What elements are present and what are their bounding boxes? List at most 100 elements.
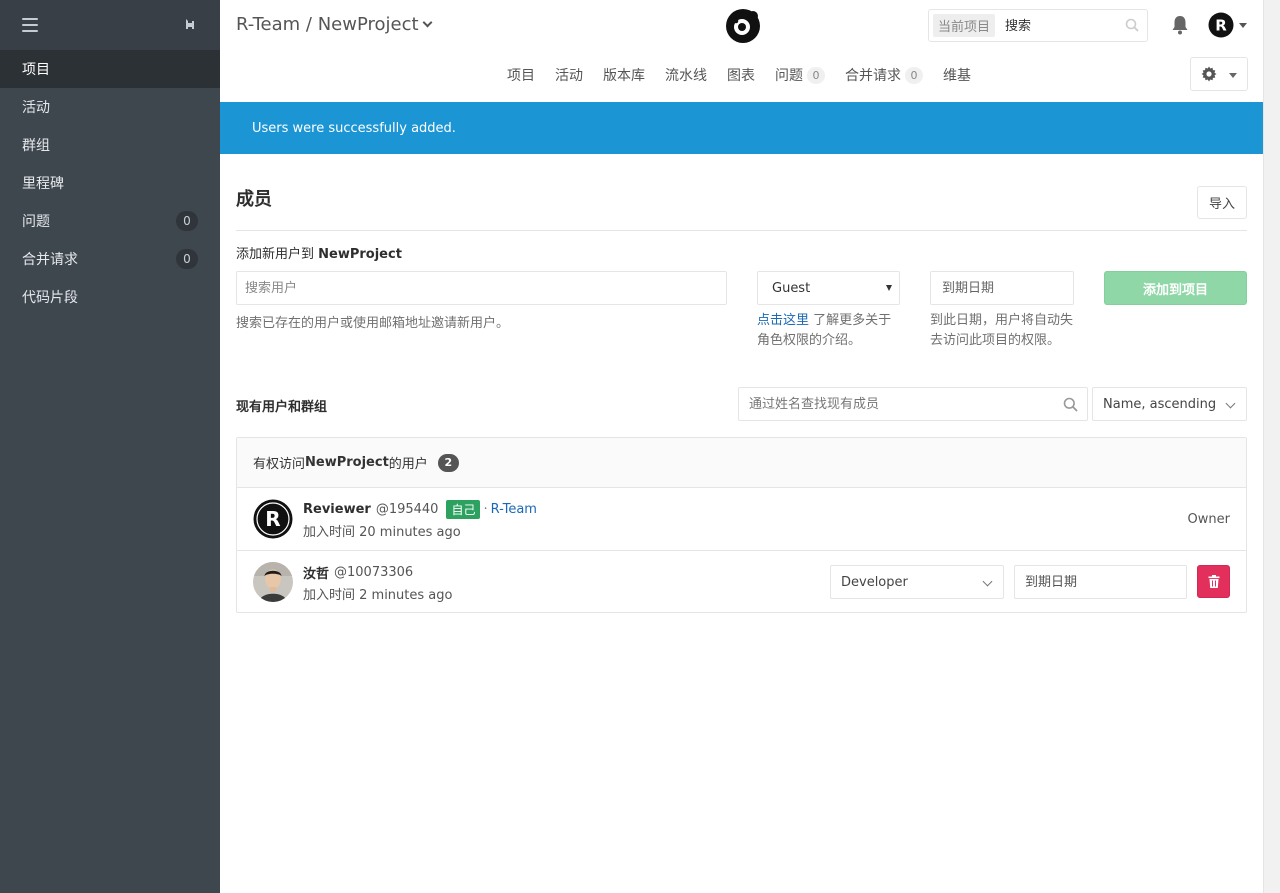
scrollbar[interactable] <box>1263 0 1280 893</box>
tab-label: 问题 <box>775 68 803 84</box>
add-members-label: 添加新用户到 NewProject <box>236 243 402 262</box>
add-to-project-button[interactable]: 添加到项目 <box>1104 271 1247 305</box>
sidebar-item-merge-requests[interactable]: 合并请求 0 <box>0 240 220 278</box>
gear-icon <box>1201 66 1217 82</box>
sidebar-nav: 项目 活动 群组 里程碑 问题 0 合并请求 0 代码片段 <box>0 50 220 316</box>
role-help-link[interactable]: 点击这里 <box>757 313 809 328</box>
tab-activity[interactable]: 活动 <box>555 65 583 85</box>
tab-label: 版本库 <box>603 68 645 84</box>
member-role: Owner <box>1187 512 1230 527</box>
member-row: 汝哲 @10073306 加入时间 2 minutes ago Develope… <box>237 551 1246 612</box>
sidebar-item-label: 代码片段 <box>22 290 78 306</box>
chevron-down-icon <box>1225 398 1236 409</box>
hamburger-menu-icon[interactable] <box>22 18 38 32</box>
member-row: R Reviewer @195440 自己 · R-Team 加入时间 20 m… <box>237 488 1246 551</box>
issues-tab-count: 0 <box>807 66 825 84</box>
member-name-line: Reviewer @195440 自己 · R-Team <box>303 500 537 519</box>
member-joined: 加入时间 20 minutes ago <box>303 525 461 540</box>
avatar-letter: R <box>265 507 280 531</box>
members-header-prefix: 有权访问 <box>253 457 306 472</box>
flash-text: Users were successfully added. <box>252 120 456 136</box>
chevron-down-icon <box>982 576 993 587</box>
tab-graphs[interactable]: 图表 <box>727 65 755 85</box>
sidebar-item-label: 问题 <box>22 214 50 230</box>
pin-icon[interactable] <box>178 15 196 35</box>
issues-count-badge: 0 <box>176 211 198 231</box>
sidebar-header <box>0 0 220 50</box>
main-content: R-Team / NewProject 当前项目 R 项目 活动 版本库 流水线… <box>220 0 1263 893</box>
member-username: @10073306 <box>334 565 414 580</box>
caret-down-icon <box>886 285 892 291</box>
import-button[interactable]: 导入 <box>1197 186 1247 219</box>
members-count-badge: 2 <box>437 453 459 472</box>
role-select-value: Guest <box>772 280 811 296</box>
sidebar-item-label: 里程碑 <box>22 176 64 192</box>
members-header-project: NewProject <box>305 455 389 470</box>
sidebar-item-label: 合并请求 <box>22 252 78 268</box>
member-filter-input[interactable] <box>738 387 1088 421</box>
sidebar-item-snippets[interactable]: 代码片段 <box>0 278 220 316</box>
breadcrumb[interactable]: R-Team / NewProject <box>236 14 433 35</box>
member-joined: 加入时间 2 minutes ago <box>303 588 453 603</box>
app-logo-icon[interactable] <box>725 8 761 44</box>
tab-project[interactable]: 项目 <box>507 65 535 85</box>
tab-issues[interactable]: 问题 0 <box>775 65 825 85</box>
flash-notice: Users were successfully added. <box>220 102 1263 154</box>
caret-down-icon[interactable] <box>1239 23 1247 28</box>
user-search-help: 搜索已存在的用户或使用邮箱地址邀请新用户。 <box>236 316 510 331</box>
role-select[interactable]: Guest <box>757 271 900 305</box>
members-panel: 有权访问 NewProject 的用户 2 R Reviewer @195440… <box>236 437 1247 613</box>
merge-requests-count-badge: 0 <box>176 249 198 269</box>
sidebar-item-groups[interactable]: 群组 <box>0 126 220 164</box>
avatar-letter: R <box>1215 17 1227 35</box>
tab-label: 图表 <box>727 68 755 84</box>
tab-merge-requests[interactable]: 合并请求 0 <box>845 65 923 85</box>
sidebar-item-issues[interactable]: 问题 0 <box>0 202 220 240</box>
sort-select[interactable]: Name, ascending <box>1092 387 1247 421</box>
breadcrumb-text: R-Team / NewProject <box>236 14 419 35</box>
search-input[interactable] <box>1005 15 1120 37</box>
sidebar-item-milestones[interactable]: 里程碑 <box>0 164 220 202</box>
tab-pipelines[interactable]: 流水线 <box>665 65 707 85</box>
search-icon <box>1125 18 1139 32</box>
tab-wiki[interactable]: 维基 <box>943 65 971 85</box>
divider <box>236 230 1247 231</box>
bell-icon[interactable] <box>1171 15 1189 35</box>
settings-dropdown-button[interactable] <box>1190 57 1248 91</box>
add-label-prefix: 添加新用户到 <box>236 247 319 262</box>
user-search-input[interactable] <box>236 271 727 305</box>
remove-member-button[interactable] <box>1197 565 1230 598</box>
avatar[interactable] <box>253 562 293 602</box>
expiry-help: 到此日期，用户将自动失去访问此项目的权限。 <box>930 313 1074 348</box>
sidebar-item-activity[interactable]: 活动 <box>0 88 220 126</box>
member-name[interactable]: 汝哲 <box>303 563 329 582</box>
trash-icon <box>1208 575 1220 588</box>
search-scope-label[interactable]: 当前项目 <box>933 14 996 37</box>
avatar[interactable]: R <box>253 499 293 539</box>
member-name[interactable]: Reviewer <box>303 502 371 517</box>
tab-repository[interactable]: 版本库 <box>603 65 645 85</box>
role-help: 点击这里 了解更多关于角色权限的介绍。 <box>757 311 897 351</box>
page-title: 成员 <box>236 189 272 210</box>
member-role-select[interactable]: Developer <box>830 565 1004 599</box>
self-badge: 自己 <box>446 500 481 519</box>
user-avatar-icon[interactable]: R <box>1208 12 1234 38</box>
project-subnav: 项目 活动 版本库 流水线 图表 问题 0 合并请求 0 维基 <box>220 50 1263 102</box>
search-box[interactable]: 当前项目 <box>928 9 1148 42</box>
tab-label: 流水线 <box>665 68 707 84</box>
tab-label: 合并请求 <box>845 68 901 84</box>
member-role-value: Developer <box>841 574 908 590</box>
sidebar-item-projects[interactable]: 项目 <box>0 50 220 88</box>
expiry-date-input[interactable] <box>930 271 1074 305</box>
member-username: @195440 <box>375 502 439 517</box>
existing-members-label: 现有用户和群组 <box>236 400 328 415</box>
merge-requests-tab-count: 0 <box>905 66 923 84</box>
member-group-link[interactable]: R-Team <box>491 502 537 517</box>
tab-label: 活动 <box>555 68 583 84</box>
caret-down-icon <box>1229 73 1237 78</box>
tab-label: 维基 <box>943 68 971 84</box>
sidebar-item-label: 活动 <box>22 100 50 116</box>
sidebar-item-label: 项目 <box>22 62 50 78</box>
members-panel-header: 有权访问 NewProject 的用户 2 <box>237 438 1246 488</box>
member-expiry-date-input[interactable] <box>1014 565 1187 599</box>
